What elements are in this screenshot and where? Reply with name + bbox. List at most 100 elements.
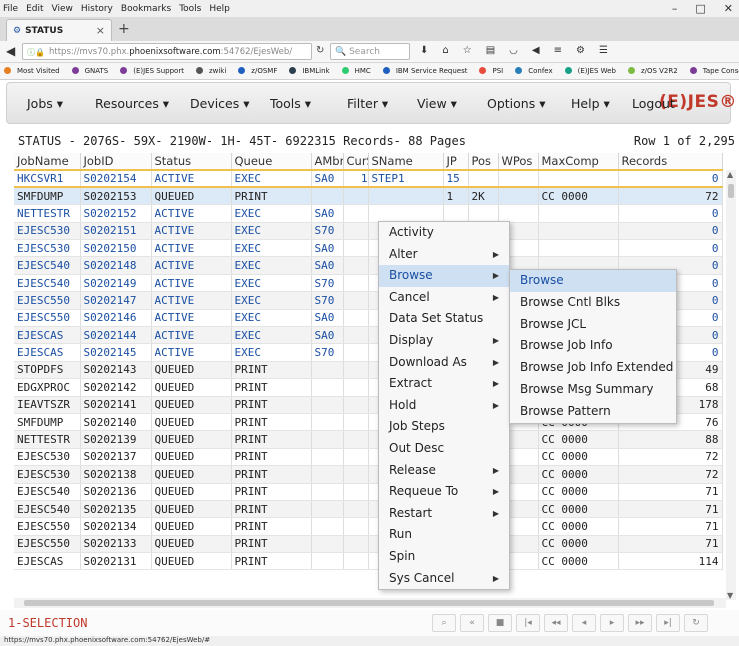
tab-status[interactable]: ⚙ STATUS × bbox=[6, 19, 112, 41]
column-header-records[interactable]: Records bbox=[618, 153, 723, 171]
context-menu-item-sys-cancel[interactable]: Sys Cancel ▶ bbox=[379, 568, 509, 590]
bookmark-item[interactable]: GNATS bbox=[71, 67, 115, 75]
context-menu-item-hold[interactable]: Hold ▶ bbox=[379, 395, 509, 417]
first-page-icon[interactable]: |◂ bbox=[516, 614, 540, 632]
table-row[interactable]: EJESC530 S0202151 ACTIVE EXEC S70 0 bbox=[14, 222, 723, 241]
column-header-curst[interactable]: CurSt bbox=[343, 153, 369, 171]
column-header-jobid[interactable]: JobID bbox=[80, 153, 152, 171]
cell-jobname[interactable]: EJESC540 bbox=[14, 274, 81, 293]
column-header-ambr[interactable]: AMbr bbox=[311, 153, 344, 171]
bookmark-item[interactable]: Most Visited bbox=[4, 67, 66, 75]
hscroll-thumb[interactable] bbox=[24, 600, 714, 606]
scroll-thumb[interactable] bbox=[728, 184, 734, 198]
cell-jobname[interactable]: EJESCAS bbox=[14, 326, 81, 345]
menu-help[interactable]: Help bbox=[209, 4, 230, 14]
cell-jobname[interactable]: EJESCAS bbox=[14, 343, 81, 362]
context-menu-item-release[interactable]: Release ▶ bbox=[379, 460, 509, 482]
table-row[interactable]: EJESCASS0202131QUEUEDPRINT2KCC 0000114 bbox=[14, 552, 723, 571]
context-menu-item-out-desc[interactable]: Out Desc bbox=[379, 438, 509, 460]
nav-item-resources[interactable]: Resources ▾ bbox=[95, 96, 169, 111]
context-menu-item-job-steps[interactable]: Job Steps bbox=[379, 416, 509, 438]
menu-file[interactable]: File bbox=[3, 4, 18, 14]
cell-jobname[interactable]: EDGXPROC bbox=[14, 378, 81, 397]
refresh-icon[interactable]: ↻ bbox=[684, 614, 708, 632]
reload-icon[interactable]: ↻ bbox=[316, 45, 324, 56]
bookmark-item[interactable]: HMC bbox=[341, 67, 377, 75]
bookmark-item[interactable]: IBMLink bbox=[289, 67, 335, 75]
horizontal-scrollbar[interactable] bbox=[14, 598, 726, 608]
send-icon[interactable]: ◀ bbox=[532, 45, 540, 56]
cell-jobname[interactable]: EJESC550 bbox=[14, 291, 81, 310]
tab-close-icon[interactable]: × bbox=[96, 24, 105, 37]
cell-jobname[interactable]: EJESC550 bbox=[14, 517, 81, 536]
submenu-item-browse-job-info-extended[interactable]: Browse Job Info Extended bbox=[510, 357, 676, 379]
context-menu-item-activity[interactable]: Activity bbox=[379, 222, 509, 244]
addon-icon[interactable]: ⚙ bbox=[576, 45, 585, 56]
cell-jobname[interactable]: EJESC540 bbox=[14, 256, 81, 275]
context-menu-item-restart[interactable]: Restart ▶ bbox=[379, 503, 509, 525]
table-row[interactable]: EJESC530S0202137QUEUEDPRINT2KCC 000072 bbox=[14, 448, 723, 467]
column-header-queue[interactable]: Queue bbox=[231, 153, 312, 171]
submenu-item-browse-pattern[interactable]: Browse Pattern bbox=[510, 401, 676, 423]
cell-jobname[interactable]: EJESC540 bbox=[14, 500, 81, 519]
nav-item-view[interactable]: View ▾ bbox=[417, 96, 457, 111]
table-row[interactable]: EJESC540S0202136QUEUEDPRINT2KCC 000071 bbox=[14, 483, 723, 501]
cell-jobname[interactable]: EJESC530 bbox=[14, 448, 81, 467]
table-row[interactable]: EJESC540S0202135QUEUEDPRINT2KCC 000071 bbox=[14, 500, 723, 519]
extension-icon[interactable]: ≡ bbox=[554, 45, 562, 56]
search-input[interactable]: 🔍 Search bbox=[330, 43, 410, 60]
bookmark-item[interactable]: PSI bbox=[479, 67, 509, 75]
prev-find-icon[interactable]: « bbox=[460, 614, 484, 632]
cell-jobname[interactable]: EJESC540 bbox=[14, 483, 81, 501]
context-menu-item-display[interactable]: Display ▶ bbox=[379, 330, 509, 352]
close-window-icon[interactable]: ✕ bbox=[724, 2, 733, 15]
vertical-scrollbar[interactable]: ▲ ▼ bbox=[726, 170, 736, 600]
table-row[interactable]: HKCSVR1 S0202154 ACTIVE EXEC SA0 1 STEP1 15 0 bbox=[14, 168, 723, 189]
menu-edit[interactable]: Edit bbox=[26, 4, 43, 14]
context-menu-item-extract[interactable]: Extract ▶ bbox=[379, 373, 509, 395]
context-menu-item-data-set-status[interactable]: Data Set Status bbox=[379, 308, 509, 330]
submenu-item-browse-jcl[interactable]: Browse JCL bbox=[510, 314, 676, 336]
pocket-icon[interactable]: ◡ bbox=[509, 45, 518, 56]
hamburger-menu-icon[interactable]: ☰ bbox=[599, 45, 608, 56]
nav-item-help[interactable]: Help ▾ bbox=[571, 96, 610, 111]
new-tab-button[interactable]: + bbox=[118, 21, 130, 37]
column-header-wpos[interactable]: WPos bbox=[498, 153, 539, 171]
download-icon[interactable]: ⬇ bbox=[420, 45, 428, 56]
context-menu-item-browse[interactable]: Browse ▶ bbox=[379, 265, 509, 287]
table-row[interactable]: NETTESTR S0202152 ACTIVE EXEC SA0 0 bbox=[14, 204, 723, 223]
column-header-status[interactable]: Status bbox=[151, 153, 232, 171]
page-forward-icon[interactable]: ▸▸ bbox=[628, 614, 652, 632]
scroll-down-icon[interactable]: ▼ bbox=[727, 591, 733, 600]
column-header-pos[interactable]: Pos bbox=[468, 153, 499, 171]
minimize-icon[interactable]: – bbox=[672, 2, 678, 15]
prev-icon[interactable]: ◂ bbox=[572, 614, 596, 632]
nav-item-devices[interactable]: Devices ▾ bbox=[190, 96, 250, 111]
table-row[interactable]: EJESC550S0202134QUEUEDPRINT2KCC 000071 bbox=[14, 517, 723, 536]
cell-jobname[interactable]: EJESC530 bbox=[14, 239, 81, 258]
menu-tools[interactable]: Tools bbox=[179, 4, 201, 14]
submenu-item-browse-cntl-blks[interactable]: Browse Cntl Blks bbox=[510, 292, 676, 314]
column-header-jobname[interactable]: JobName bbox=[14, 153, 81, 171]
page-back-icon[interactable]: ◂◂ bbox=[544, 614, 568, 632]
cell-jobname[interactable]: SMFDUMP bbox=[14, 413, 81, 432]
cell-jobname[interactable]: STOPDFS bbox=[14, 361, 81, 380]
cell-jobname[interactable]: EJESC550 bbox=[14, 309, 81, 328]
cell-jobname[interactable]: HKCSVR1 bbox=[14, 168, 81, 189]
scroll-up-icon[interactable]: ▲ bbox=[727, 170, 733, 179]
menu-view[interactable]: View bbox=[52, 4, 73, 14]
column-header-jp[interactable]: JP bbox=[443, 153, 469, 171]
table-row[interactable]: NETTESTRS0202139QUEUEDPRINT2KCC 000088 bbox=[14, 430, 723, 449]
bookmark-item[interactable]: z/OS V2R2 bbox=[627, 67, 684, 75]
maximize-icon[interactable]: □ bbox=[695, 2, 705, 15]
cell-jobname[interactable]: SMFDUMP bbox=[14, 187, 81, 206]
context-menu-item-requeue-to[interactable]: Requeue To ▶ bbox=[379, 481, 509, 503]
bookmark-item[interactable]: IBM Service Request bbox=[382, 67, 474, 75]
table-row[interactable]: EJESC530 S0202150 ACTIVE EXEC SA0 0 bbox=[14, 239, 723, 258]
table-row[interactable]: EJESC550S0202133QUEUEDPRINT2KCC 000071 bbox=[14, 535, 723, 554]
context-menu-item-spin[interactable]: Spin bbox=[379, 546, 509, 568]
cell-jobname[interactable]: EJESC530 bbox=[14, 222, 81, 241]
context-menu-item-cancel[interactable]: Cancel ▶ bbox=[379, 287, 509, 309]
find-icon[interactable]: ⌕ bbox=[432, 614, 456, 632]
submenu-item-browse-job-info[interactable]: Browse Job Info bbox=[510, 335, 676, 357]
